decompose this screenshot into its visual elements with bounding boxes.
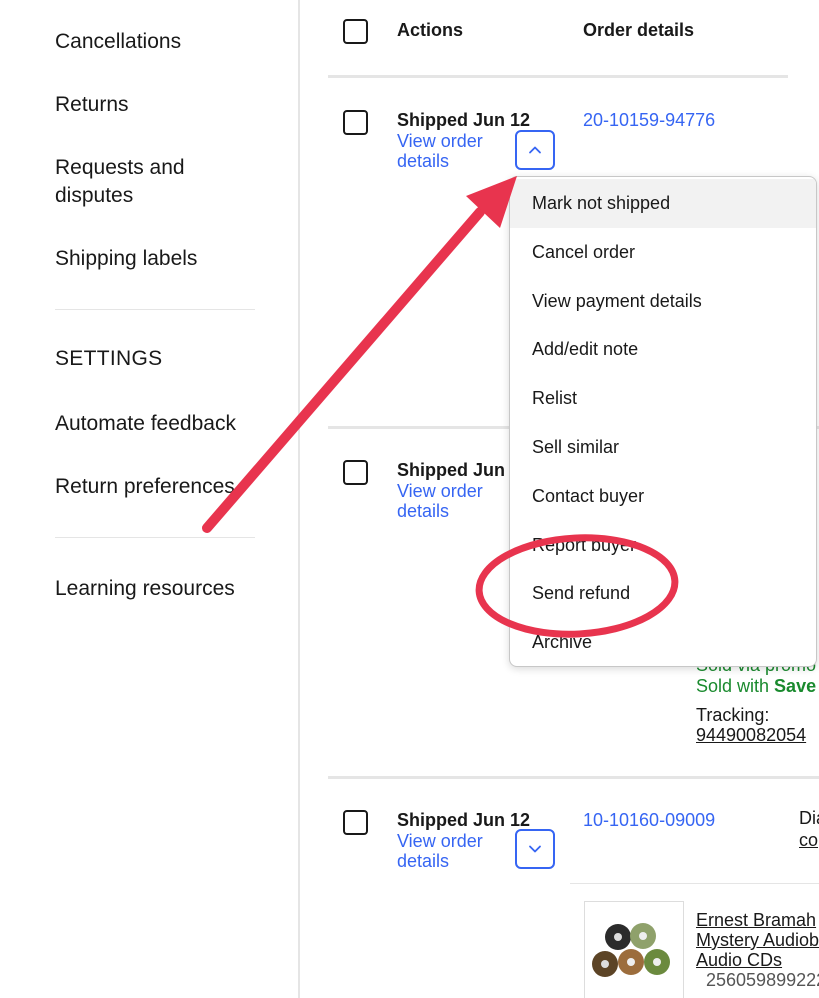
chevron-down-icon	[529, 845, 541, 853]
row-checkbox[interactable]	[343, 110, 368, 135]
sold-with-prefix: Sold with	[696, 676, 775, 696]
row-checkbox[interactable]	[343, 460, 368, 485]
item-id: 256059899222	[706, 970, 819, 990]
tracking-label: Tracking:	[696, 705, 770, 725]
sidebar-item-return-preferences[interactable]: Return preferences	[55, 473, 275, 501]
sidebar-item-cancellations[interactable]: Cancellations	[55, 28, 275, 56]
order-number-link[interactable]: 10-10160-09009	[583, 810, 715, 830]
sidebar-item-automate-feedback[interactable]: Automate feedback	[55, 410, 275, 438]
sidebar-item-shipping-labels[interactable]: Shipping labels	[55, 245, 275, 273]
sidebar-item-returns[interactable]: Returns	[55, 91, 275, 119]
item-title-link[interactable]: Audio CDs	[696, 950, 782, 970]
order-detail-link[interactable]: co	[799, 830, 818, 851]
sold-with-text: Sold with Save	[696, 676, 816, 697]
sidebar-item-requests-disputes[interactable]: Requests and disputes	[55, 154, 245, 210]
view-order-details-link[interactable]: View order details	[397, 831, 507, 871]
sidebar-divider	[55, 537, 255, 538]
order-detail-text: Dia	[799, 808, 819, 828]
actions-toggle-button[interactable]	[515, 829, 555, 869]
tracking-number-link[interactable]: 94490082054	[696, 725, 806, 746]
view-order-details-link[interactable]: View order details	[397, 131, 507, 171]
item-divider	[570, 883, 819, 884]
order-number-link[interactable]: 20-10159-94776	[583, 110, 715, 130]
sold-with-bold: Save	[774, 676, 817, 696]
menu-item-cancel-order[interactable]: Cancel order	[510, 228, 816, 277]
chevron-up-icon	[529, 146, 541, 154]
select-all-checkbox[interactable]	[343, 19, 368, 44]
order-actions-menu: Mark not shipped Cancel order View payme…	[509, 176, 817, 667]
column-header-order-details: Order details	[583, 20, 695, 40]
actions-toggle-button[interactable]	[515, 130, 555, 170]
menu-item-relist[interactable]: Relist	[510, 374, 816, 423]
sidebar-item-learning-resources[interactable]: Learning resources	[55, 575, 275, 603]
cd-collage-image	[592, 923, 670, 977]
order-status: Shipped Jun 12	[397, 110, 531, 130]
menu-item-contact-buyer[interactable]: Contact buyer	[510, 472, 816, 521]
menu-item-report-buyer[interactable]: Report buyer	[510, 521, 816, 570]
column-header-actions: Actions	[397, 20, 464, 40]
sidebar: Cancellations Returns Requests and dispu…	[0, 0, 298, 998]
menu-item-mark-not-shipped[interactable]: Mark not shipped	[510, 179, 816, 228]
item-title-link[interactable]: Ernest Bramah	[696, 910, 816, 930]
menu-item-view-payment-details[interactable]: View payment details	[510, 277, 816, 326]
order-status: Shipped Jun 12	[397, 810, 531, 830]
order-status: Shipped Jun 1	[397, 460, 521, 480]
menu-item-send-refund[interactable]: Send refund	[510, 569, 816, 618]
sidebar-heading-settings: SETTINGS	[55, 347, 163, 370]
item-thumbnail[interactable]	[584, 901, 684, 998]
row-divider	[328, 776, 819, 779]
sidebar-divider	[55, 309, 255, 310]
item-title-link[interactable]: Mystery Audiob	[696, 930, 819, 950]
menu-item-archive[interactable]: Archive	[510, 618, 816, 666]
menu-item-add-edit-note[interactable]: Add/edit note	[510, 325, 816, 374]
menu-item-sell-similar[interactable]: Sell similar	[510, 423, 816, 472]
row-checkbox[interactable]	[343, 810, 368, 835]
view-order-details-link[interactable]: View order details	[397, 481, 507, 521]
header-divider	[328, 75, 788, 78]
